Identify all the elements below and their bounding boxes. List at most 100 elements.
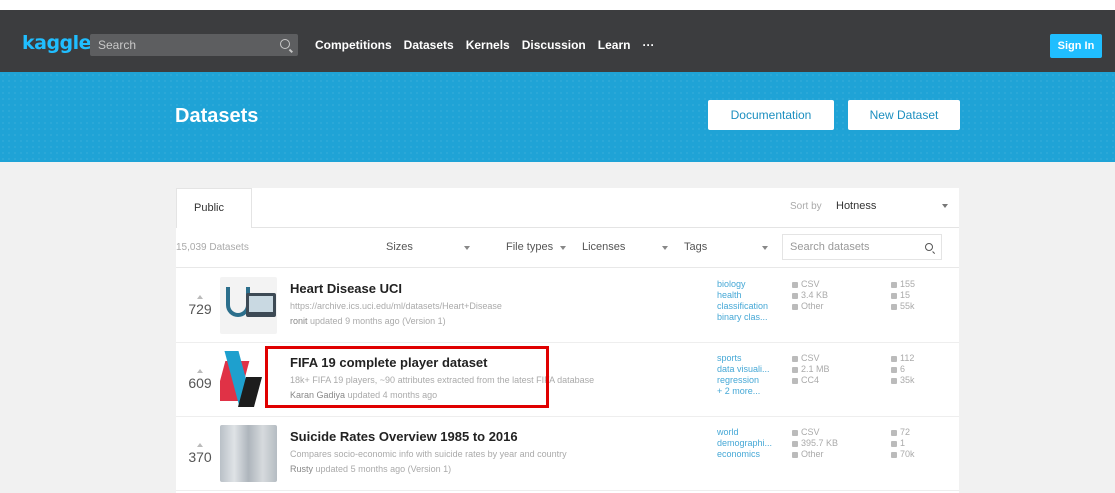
dataset-format: CSV 2.1 MB CC4 xyxy=(792,353,862,386)
dataset-row[interactable]: 729 Heart Disease UCI https://archive.ic… xyxy=(176,269,959,343)
license: CC4 xyxy=(801,375,820,385)
comments-count: 15 xyxy=(900,290,911,300)
tag[interactable]: biology xyxy=(717,279,787,290)
views-count: 70k xyxy=(900,449,915,459)
tag[interactable]: demographi... xyxy=(717,438,787,449)
filter-tags[interactable]: Tags xyxy=(684,241,707,253)
tag[interactable]: economics xyxy=(717,449,787,460)
filter-sizes[interactable]: Sizes xyxy=(386,241,413,253)
top-navbar: kaggle Competitions Datasets Kernels Dis… xyxy=(0,10,1115,72)
file-type: CSV xyxy=(801,427,820,437)
search-icon[interactable] xyxy=(925,243,933,251)
views-icon xyxy=(891,377,897,384)
new-dataset-button[interactable]: New Dataset xyxy=(848,100,960,130)
dataset-thumbnail[interactable] xyxy=(220,277,277,334)
chevron-down-icon[interactable] xyxy=(662,246,668,250)
nav-datasets[interactable]: Datasets xyxy=(404,38,454,52)
size-icon xyxy=(792,440,798,447)
vote-count: 370 xyxy=(188,449,212,465)
vote-widget[interactable]: 609 xyxy=(186,369,214,391)
file-icon xyxy=(792,429,798,436)
filter-file-types[interactable]: File types xyxy=(506,241,553,253)
dataset-author[interactable]: Rusty xyxy=(290,464,313,474)
vote-widget[interactable]: 729 xyxy=(186,295,214,317)
comments-icon xyxy=(891,292,897,299)
dataset-search[interactable] xyxy=(782,234,942,260)
site-search[interactable] xyxy=(90,34,298,56)
datasets-card: Public Sort by Hotness 15,039 Datasets S… xyxy=(176,188,959,493)
nav-discussion[interactable]: Discussion xyxy=(522,38,586,52)
kernels-count: 72 xyxy=(900,427,911,437)
vote-count: 729 xyxy=(188,301,212,317)
dataset-subtitle: https://archive.ics.uci.edu/ml/datasets/… xyxy=(290,301,502,311)
dataset-stats: 155 15 55k xyxy=(891,279,951,312)
laptop-icon xyxy=(246,293,276,317)
size-icon xyxy=(792,292,798,299)
tab-public[interactable]: Public xyxy=(176,188,252,228)
tag[interactable]: health xyxy=(717,290,787,301)
tag[interactable]: binary clas... xyxy=(717,312,787,323)
kernels-icon xyxy=(891,429,897,436)
dataset-title[interactable]: Heart Disease UCI xyxy=(290,281,402,296)
datasets-header: Datasets Documentation New Dataset xyxy=(0,72,1115,162)
upvote-icon[interactable] xyxy=(197,443,203,447)
tag[interactable]: regression xyxy=(717,375,787,386)
file-size: 395.7 KB xyxy=(801,438,839,448)
views-count: 55k xyxy=(900,301,915,311)
kernels-count: 155 xyxy=(900,279,916,289)
chevron-down-icon[interactable] xyxy=(762,246,768,250)
license: Other xyxy=(801,301,824,311)
file-icon xyxy=(792,355,798,362)
dataset-title[interactable]: Suicide Rates Overview 1985 to 2016 xyxy=(290,429,518,444)
site-search-input[interactable] xyxy=(98,36,268,54)
dataset-stats: 112 6 35k xyxy=(891,353,951,386)
filter-bar: 15,039 Datasets Sizes File types License… xyxy=(176,228,959,268)
tag[interactable]: + 2 more... xyxy=(717,386,787,397)
license-icon xyxy=(792,303,798,310)
sort-label: Sort by xyxy=(790,201,822,212)
dataset-count: 15,039 Datasets xyxy=(176,242,249,253)
dataset-stats: 72 1 70k xyxy=(891,427,951,460)
chevron-down-icon[interactable] xyxy=(560,246,566,250)
chevron-down-icon[interactable] xyxy=(464,246,470,250)
chevron-down-icon[interactable] xyxy=(942,204,948,208)
nav-learn[interactable]: Learn xyxy=(598,38,631,52)
tag[interactable]: sports xyxy=(717,353,787,364)
dataset-tags: biology health classification binary cla… xyxy=(717,279,787,323)
upvote-icon[interactable] xyxy=(197,369,203,373)
dataset-subtitle: Compares socio-economic info with suicid… xyxy=(290,449,567,459)
nav-more[interactable]: ··· xyxy=(642,38,654,52)
views-count: 35k xyxy=(900,375,915,385)
sign-in-button[interactable]: Sign In xyxy=(1050,34,1102,58)
upvote-icon[interactable] xyxy=(197,295,203,299)
comments-count: 1 xyxy=(900,438,906,448)
kaggle-logo[interactable]: kaggle xyxy=(22,32,92,54)
dataset-tags: sports data visuali... regression + 2 mo… xyxy=(717,353,787,397)
documentation-button[interactable]: Documentation xyxy=(708,100,834,130)
sort-select[interactable]: Hotness xyxy=(836,200,876,212)
filter-licenses[interactable]: Licenses xyxy=(582,241,625,253)
dataset-author[interactable]: ronit xyxy=(290,316,308,326)
page-title: Datasets xyxy=(175,105,259,127)
dataset-thumbnail[interactable] xyxy=(220,425,277,482)
tag[interactable]: classification xyxy=(717,301,787,312)
file-type: CSV xyxy=(801,353,820,363)
file-size: 3.4 KB xyxy=(801,290,829,300)
dataset-row[interactable]: 370 Suicide Rates Overview 1985 to 2016 … xyxy=(176,417,959,491)
vote-widget[interactable]: 370 xyxy=(186,443,214,465)
license-icon xyxy=(792,377,798,384)
tag[interactable]: data visuali... xyxy=(717,364,787,375)
file-type: CSV xyxy=(801,279,820,289)
views-icon xyxy=(891,303,897,310)
vote-count: 609 xyxy=(188,375,212,391)
dataset-meta: Rusty updated 5 months ago (Version 1) xyxy=(290,464,451,474)
dataset-search-input[interactable] xyxy=(790,240,910,254)
annotation-highlight-box xyxy=(265,346,549,408)
kernels-icon xyxy=(891,281,897,288)
tag[interactable]: world xyxy=(717,427,787,438)
nav-kernels[interactable]: Kernels xyxy=(466,38,510,52)
nav-competitions[interactable]: Competitions xyxy=(315,38,392,52)
license: Other xyxy=(801,449,824,459)
file-icon xyxy=(792,281,798,288)
search-icon[interactable] xyxy=(280,39,290,49)
